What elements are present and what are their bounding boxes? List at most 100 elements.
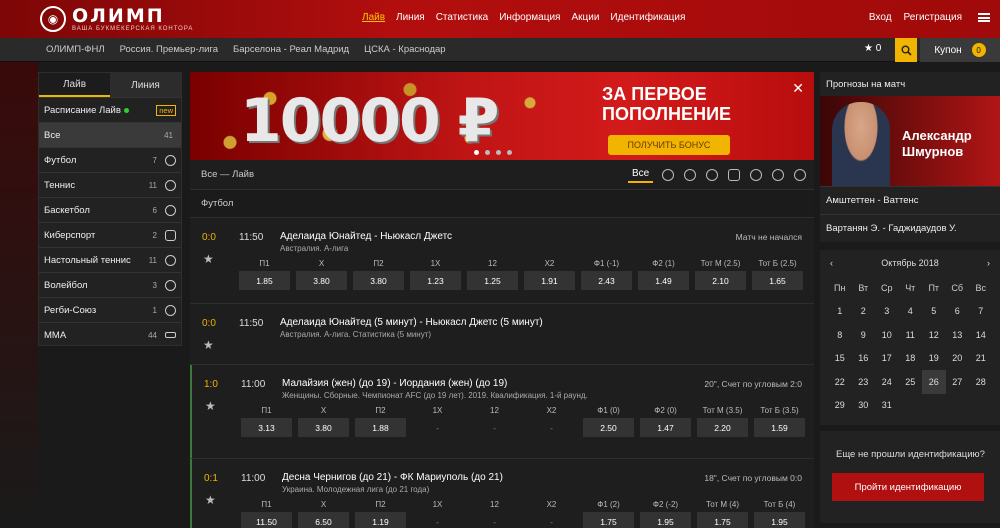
calendar-day[interactable]: 26 (922, 370, 946, 394)
odd-cell[interactable]: Х 3.80 (296, 259, 347, 290)
quicklink-rpl[interactable]: Россия. Премьер-лига (120, 44, 218, 55)
expert-promo[interactable]: Александр Шмурнов (820, 96, 1000, 186)
sidebar-item-all[interactable]: Все 41 (39, 122, 181, 147)
match-row[interactable]: 0:1 ★ 11:00 Десна Чернигов (до 21) - ФК … (190, 459, 814, 528)
sidebar-item-volleyball[interactable]: Волейбол 3 (39, 272, 181, 297)
sidebar-item-basketball[interactable]: Баскетбол 6 (39, 197, 181, 222)
odd-value[interactable]: 6.50 (298, 512, 349, 528)
odd-value[interactable]: 1.47 (640, 418, 691, 437)
odd-value[interactable]: 3.80 (296, 271, 347, 290)
sidebar-item-esports[interactable]: Киберспорт 2 (39, 222, 181, 247)
quicklink-fnl[interactable]: ОЛИМП-ФНЛ (46, 44, 105, 55)
odd-value[interactable]: - (469, 418, 520, 437)
calendar-day[interactable]: 19 (922, 347, 946, 371)
forecast-item[interactable]: Амштеттен - Ваттенс (820, 186, 1000, 214)
calendar-day[interactable]: 25 (899, 370, 923, 394)
odd-value[interactable]: 2.50 (583, 418, 634, 437)
calendar-day[interactable]: 29 (828, 394, 852, 418)
calendar-day[interactable]: 10 (875, 323, 899, 347)
odd-cell[interactable]: П1 11.50 (241, 500, 292, 528)
odd-cell[interactable]: Ф1 (0) 2.50 (583, 406, 634, 437)
odd-cell[interactable]: Ф2 (0) 1.47 (640, 406, 691, 437)
search-button[interactable] (895, 38, 917, 62)
odd-value[interactable]: 3.13 (241, 418, 292, 437)
calendar-day[interactable]: 15 (828, 347, 852, 371)
calendar-day[interactable]: 11 (899, 323, 923, 347)
close-icon[interactable]: ✕ (792, 80, 804, 97)
match-title[interactable]: Аделаида Юнайтед - Ньюкасл Джетс (280, 231, 452, 242)
odd-value[interactable]: 1.23 (410, 271, 461, 290)
nav-statistics[interactable]: Статистика (436, 12, 489, 23)
calendar-day[interactable]: 14 (969, 323, 993, 347)
odd-value[interactable]: 3.80 (298, 418, 349, 437)
calendar-day[interactable]: 1 (828, 300, 852, 324)
quicklink-barca-real[interactable]: Барселона - Реал Мадрид (233, 44, 349, 55)
calendar-day[interactable]: 7 (969, 300, 993, 324)
star-icon[interactable]: ★ (205, 399, 216, 413)
calendar-day[interactable]: 24 (875, 370, 899, 394)
nav-info[interactable]: Информация (499, 12, 560, 23)
odd-value[interactable]: - (412, 418, 463, 437)
odd-cell[interactable]: Тот Б (4) 1.95 (754, 500, 805, 528)
sidebar-item-table-tennis[interactable]: Настольный теннис 11 (39, 247, 181, 272)
odd-value[interactable]: 1.25 (467, 271, 518, 290)
nav-live[interactable]: Лайв (362, 12, 385, 23)
odd-cell[interactable]: Х2 - (526, 500, 577, 528)
match-title[interactable]: Десна Чернигов (до 21) - ФК Мариуполь (д… (282, 472, 503, 483)
volleyball-icon[interactable] (772, 168, 785, 181)
star-icon[interactable]: ★ (203, 338, 214, 352)
calendar-day[interactable]: 9 (852, 323, 876, 347)
basketball-icon[interactable] (706, 168, 719, 181)
odd-cell[interactable]: Ф2 (1) 1.49 (638, 259, 689, 290)
get-bonus-button[interactable]: ПОЛУЧИТЬ БОНУС (608, 135, 730, 155)
odd-value[interactable]: 1.19 (355, 512, 406, 528)
calendar-day[interactable]: 4 (899, 300, 923, 324)
odd-value[interactable]: 1.91 (524, 271, 575, 290)
sidebar-item-mma[interactable]: MMA 44 (39, 322, 181, 347)
odd-value[interactable]: 1.88 (355, 418, 406, 437)
odd-value[interactable]: 1.49 (638, 271, 689, 290)
table-tennis-icon[interactable] (750, 168, 763, 181)
calendar-day[interactable]: 30 (852, 394, 876, 418)
forecast-item[interactable]: Вартанян Э. - Гаджидаудов У. (820, 214, 1000, 242)
odd-cell[interactable]: П1 3.13 (241, 406, 292, 437)
odd-cell[interactable]: Ф1 (2) 1.75 (583, 500, 634, 528)
chevron-left-icon[interactable]: ‹ (830, 258, 833, 268)
favorites-counter[interactable]: ★ 0 (864, 43, 881, 54)
odd-cell[interactable]: 1Х - (412, 406, 463, 437)
odd-value[interactable]: 11.50 (241, 512, 292, 528)
nav-promos[interactable]: Акции (571, 12, 599, 23)
pager-dot[interactable] (485, 150, 490, 155)
pager-dot[interactable] (496, 150, 501, 155)
odd-cell[interactable]: П2 1.88 (355, 406, 406, 437)
logo[interactable]: ◉ ОЛИМП ВАША БУКМЕКЕРСКАЯ КОНТОРА (40, 6, 340, 32)
odd-value[interactable]: 2.43 (581, 271, 632, 290)
calendar-day[interactable]: 27 (946, 370, 970, 394)
calendar-day[interactable]: 13 (946, 323, 970, 347)
calendar-day[interactable]: 22 (828, 370, 852, 394)
star-icon[interactable]: ★ (203, 252, 214, 266)
odd-cell[interactable]: Тот М (3.5) 2.20 (697, 406, 748, 437)
odd-value[interactable]: 3.80 (353, 271, 404, 290)
nav-identification[interactable]: Идентификация (610, 12, 685, 23)
odd-value[interactable]: - (526, 512, 577, 528)
sidebar-item-rugby[interactable]: Регби-Союз 1 (39, 297, 181, 322)
odd-value[interactable]: 2.20 (697, 418, 748, 437)
identify-button[interactable]: Пройти идентификацию (832, 473, 984, 501)
odd-value[interactable]: 1.75 (583, 512, 634, 528)
calendar-day[interactable]: 5 (922, 300, 946, 324)
coupon-button[interactable]: Купон 0 (920, 38, 1000, 62)
match-title[interactable]: Малайзия (жен) (до 19) - Иордания (жен) … (282, 378, 507, 389)
odd-cell[interactable]: 12 - (469, 406, 520, 437)
odd-cell[interactable]: Тот М (4) 1.75 (697, 500, 748, 528)
calendar-day[interactable]: 16 (852, 347, 876, 371)
menu-icon[interactable] (978, 13, 990, 22)
odd-value[interactable]: 1.85 (239, 271, 290, 290)
sidebar-item-football[interactable]: Футбол 7 (39, 147, 181, 172)
calendar-day[interactable]: 18 (899, 347, 923, 371)
tab-live[interactable]: Лайв (39, 73, 110, 97)
odd-value[interactable]: 1.75 (697, 512, 748, 528)
calendar-day[interactable]: 20 (946, 347, 970, 371)
odd-cell[interactable]: Х 3.80 (298, 406, 349, 437)
tab-line[interactable]: Линия (110, 73, 181, 97)
